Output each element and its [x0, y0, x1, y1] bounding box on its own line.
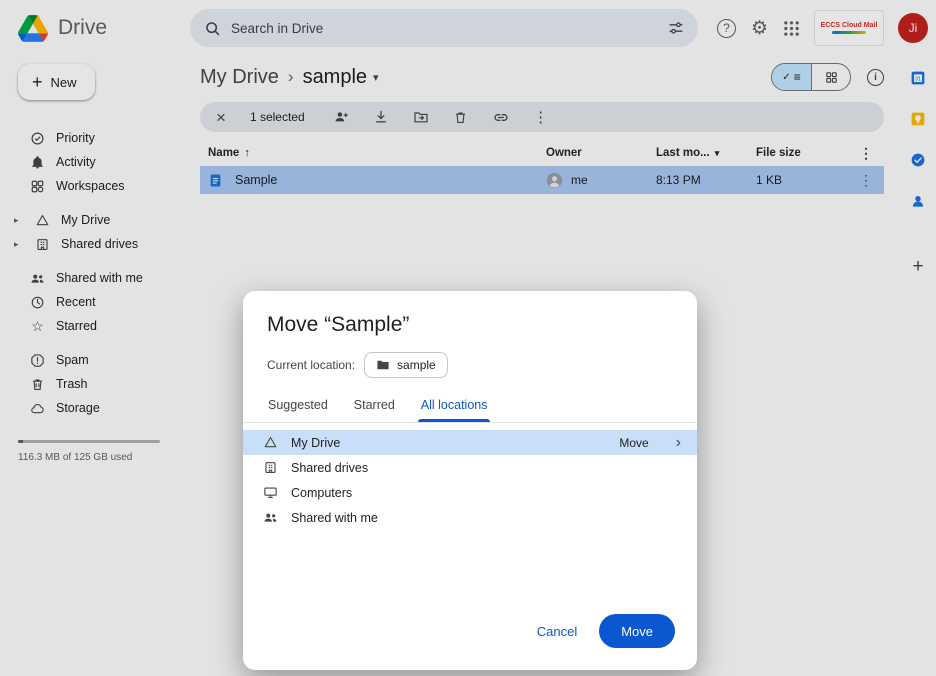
- location-item-my-drive[interactable]: My Drive Move ›: [243, 430, 697, 455]
- location-item-shared-drives[interactable]: Shared drives: [243, 455, 697, 480]
- people-icon: [263, 510, 278, 525]
- location-item-computers[interactable]: Computers: [243, 480, 697, 505]
- tab-suggested[interactable]: Suggested: [255, 391, 341, 422]
- computer-icon: [263, 485, 278, 500]
- cancel-button[interactable]: Cancel: [523, 616, 591, 647]
- current-location-label: Current location:: [267, 358, 355, 372]
- shared-drives-icon: [263, 460, 278, 475]
- location-list: My Drive Move › Shared drives Computers …: [243, 430, 697, 530]
- move-button[interactable]: Move: [599, 614, 675, 648]
- current-location-row: Current location: sample: [243, 352, 697, 378]
- location-label: Shared drives: [291, 461, 368, 475]
- dialog-tabs: Suggested Starred All locations: [243, 391, 697, 423]
- google-drive-app: Drive ? ⚙ ECCS Cloud Mail Ji: [0, 0, 936, 676]
- dialog-footer: Cancel Move: [243, 614, 697, 656]
- dialog-title: Move “Sample”: [243, 313, 697, 337]
- current-location-name: sample: [397, 358, 436, 372]
- my-drive-icon: [263, 435, 278, 450]
- tab-all-locations[interactable]: All locations: [408, 391, 501, 422]
- tab-starred[interactable]: Starred: [341, 391, 408, 422]
- location-label: Computers: [291, 486, 352, 500]
- move-dialog: Move “Sample” Current location: sample S…: [243, 291, 697, 670]
- folder-icon: [376, 358, 390, 372]
- current-location-chip[interactable]: sample: [364, 352, 448, 378]
- location-label: Shared with me: [291, 511, 378, 525]
- location-item-shared-with-me[interactable]: Shared with me: [243, 505, 697, 530]
- move-here-action[interactable]: Move: [619, 436, 648, 450]
- chevron-right-icon[interactable]: ›: [676, 435, 681, 451]
- location-label: My Drive: [291, 436, 340, 450]
